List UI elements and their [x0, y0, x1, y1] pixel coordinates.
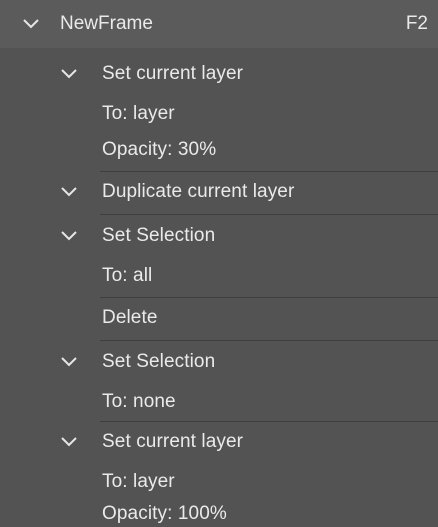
action-param-label: To: layer: [102, 471, 175, 492]
action-step-row[interactable]: Set current layer: [0, 420, 438, 464]
action-step-row[interactable]: Delete: [0, 296, 438, 340]
action-step-label: Set current layer: [102, 63, 244, 84]
action-step-row[interactable]: Duplicate current layer: [0, 170, 438, 214]
actions-panel: NewFrame F2 Set current layer To: layer …: [0, 0, 438, 527]
action-step-label: Duplicate current layer: [102, 181, 295, 202]
chevron-down-icon[interactable]: [58, 351, 80, 373]
action-step-label: Set current layer: [102, 431, 244, 452]
action-step-row[interactable]: Set Selection: [0, 340, 438, 384]
action-shortcut: F2: [405, 13, 428, 34]
action-param-row: Opacity: 100%: [0, 496, 438, 527]
chevron-down-icon[interactable]: [58, 431, 80, 453]
chevron-down-icon[interactable]: [58, 225, 80, 247]
action-param-label: To: layer: [102, 103, 175, 124]
chevron-down-icon[interactable]: [58, 63, 80, 85]
chevron-down-icon[interactable]: [58, 181, 80, 203]
action-param-row: To: layer: [0, 464, 438, 500]
action-step-label: Set Selection: [102, 225, 216, 246]
action-step-row[interactable]: Set Selection: [0, 214, 438, 258]
action-param-row: To: none: [0, 384, 438, 420]
action-step-label: Set Selection: [102, 351, 216, 372]
action-param-label: To: none: [102, 391, 176, 412]
action-param-label: To: all: [102, 265, 153, 286]
action-param-label: Opacity: 30%: [102, 139, 217, 160]
chevron-down-icon[interactable]: [20, 13, 42, 35]
action-param-row: Opacity: 30%: [0, 132, 438, 168]
action-param-row: To: all: [0, 258, 438, 294]
action-step-row[interactable]: Set current layer: [0, 52, 438, 96]
action-step-label: Delete: [102, 307, 158, 328]
action-param-row: To: layer: [0, 96, 438, 132]
action-param-label: Opacity: 100%: [102, 503, 227, 524]
action-set-title: NewFrame: [60, 13, 153, 34]
action-set-row[interactable]: NewFrame F2: [0, 0, 438, 48]
